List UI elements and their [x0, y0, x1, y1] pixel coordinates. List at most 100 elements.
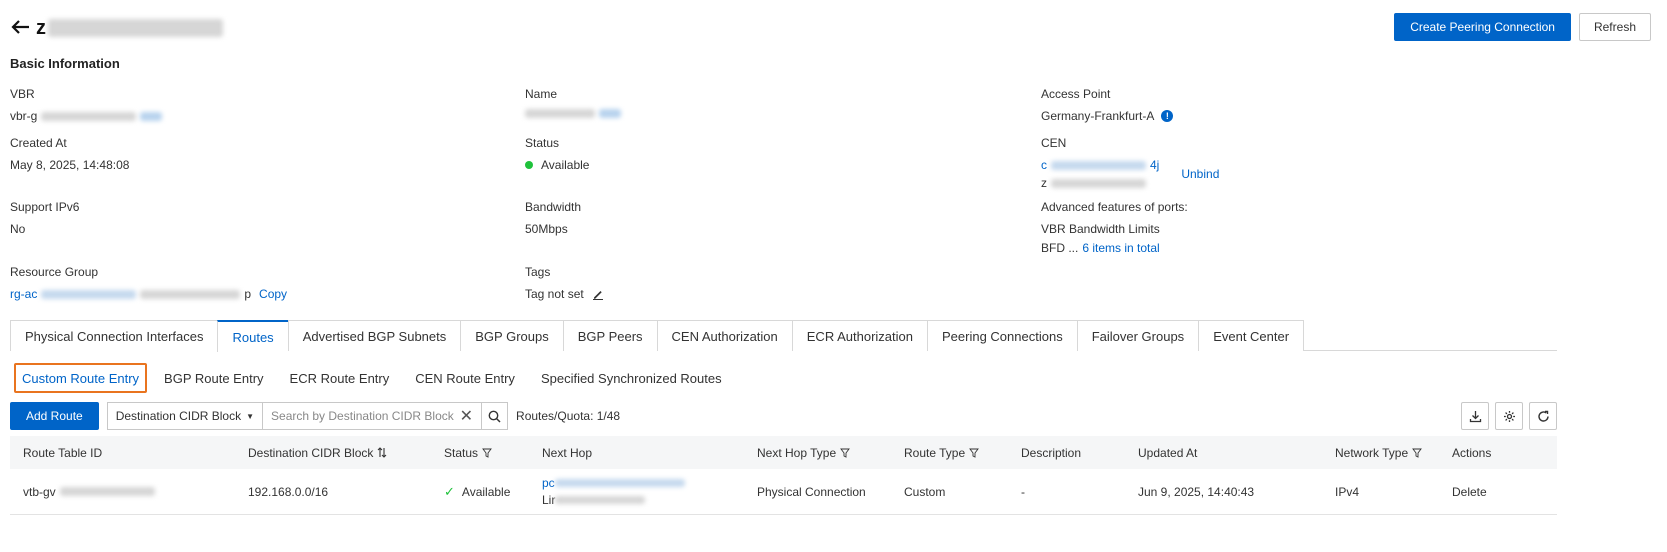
- tab-peering-connections[interactable]: Peering Connections: [927, 320, 1077, 351]
- cell-cidr: 192.168.0.0/16: [248, 484, 329, 499]
- redacted-route-table-id: [59, 487, 155, 496]
- add-route-button[interactable]: Add Route: [10, 402, 99, 430]
- col-route-table-id: Route Table ID: [23, 445, 103, 460]
- created-at-label: Created At: [10, 136, 67, 150]
- tab-cen-authorization[interactable]: CEN Authorization: [656, 320, 792, 351]
- settings-gear-icon[interactable]: [1495, 402, 1523, 430]
- basic-info-title: Basic Information: [10, 56, 120, 71]
- refresh-icon[interactable]: [1529, 402, 1557, 430]
- tab-advertised-bgp-subnets[interactable]: Advertised BGP Subnets: [287, 320, 461, 351]
- advanced-label: Advanced features of ports:: [1041, 200, 1188, 214]
- status-field: Status Available: [525, 136, 589, 172]
- page-header: z: [10, 10, 223, 46]
- filter-icon[interactable]: [1412, 448, 1423, 458]
- cen-label: CEN: [1041, 136, 1067, 150]
- next-hop-link[interactable]: pc: [542, 476, 555, 490]
- advanced-features-field: Advanced features of ports: VBR Bandwidt…: [1041, 200, 1188, 255]
- edit-tags-icon[interactable]: [592, 288, 604, 300]
- col-route-type: Route Type: [904, 446, 980, 460]
- cen-id-suffix[interactable]: 4j: [1150, 158, 1159, 172]
- cell-route-table-id: vtb-gv: [23, 485, 155, 499]
- filter-icon[interactable]: [840, 448, 851, 458]
- filter-icon[interactable]: [969, 448, 980, 458]
- access-point-label: Access Point: [1041, 87, 1111, 101]
- ipv6-value: No: [10, 222, 26, 236]
- redacted-title: [48, 19, 223, 37]
- col-next-hop: Next Hop: [542, 445, 593, 460]
- resource-group-link[interactable]: rg-ac: [10, 287, 37, 301]
- cell-route-type: Custom: [904, 484, 946, 499]
- redacted-vbr-id: [41, 111, 137, 121]
- advanced-more-link[interactable]: 6 items in total: [1082, 241, 1159, 255]
- cen-id-link[interactable]: c: [1041, 158, 1047, 172]
- bandwidth-label: Bandwidth: [525, 200, 582, 214]
- create-peering-connection-button[interactable]: Create Peering Connection: [1394, 13, 1571, 41]
- col-updated-at: Updated At: [1138, 445, 1198, 460]
- search-input[interactable]: [271, 409, 460, 423]
- next-hop-name-prefix: Lir: [542, 493, 556, 507]
- copy-resource-group-link[interactable]: Copy: [259, 287, 287, 301]
- tab-physical-connection-interfaces[interactable]: Physical Connection Interfaces: [10, 320, 218, 351]
- clear-icon[interactable]: ✕: [460, 406, 473, 426]
- subtab-specified-synchronized-routes[interactable]: Specified Synchronized Routes: [528, 363, 735, 393]
- filter-select[interactable]: Destination CIDR Block ▼: [106, 402, 263, 430]
- row-status-value: Available: [461, 484, 511, 499]
- cell-description: -: [1021, 484, 1025, 499]
- info-icon[interactable]: !: [1161, 110, 1174, 122]
- table-tools: [1461, 402, 1557, 430]
- tab-bgp-peers[interactable]: BGP Peers: [562, 320, 657, 351]
- cell-network-type: IPv4: [1335, 484, 1360, 499]
- cen-name-prefix: z: [1041, 176, 1047, 190]
- refresh-button[interactable]: Refresh: [1578, 13, 1651, 41]
- cen-field: CEN c 4j z Unbind: [1041, 136, 1219, 190]
- status-label: Status: [525, 136, 560, 150]
- ipv6-label: Support IPv6: [10, 200, 80, 214]
- bandwidth-value: 50Mbps: [525, 222, 568, 236]
- col-next-hop-type-label: Next Hop Type: [757, 445, 837, 460]
- col-network-type: Network Type: [1335, 446, 1423, 460]
- created-at-field: Created At May 8, 2025, 14:48:08: [10, 136, 129, 172]
- unbind-link[interactable]: Unbind: [1181, 167, 1219, 181]
- edit-name-redacted[interactable]: [599, 109, 621, 118]
- route-table-id-prefix: vtb-gv: [23, 484, 56, 499]
- col-destination-cidr[interactable]: Destination CIDR Block: [248, 446, 387, 460]
- tab-failover-groups[interactable]: Failover Groups: [1076, 320, 1199, 351]
- cell-updated-at: Jun 9, 2025, 14:40:43: [1138, 484, 1255, 499]
- redacted-rg-name: [140, 289, 241, 299]
- table-row: vtb-gv 192.168.0.0/16 ✓ Available pc Lir …: [10, 469, 1557, 515]
- filter-icon[interactable]: [482, 448, 492, 458]
- status-dot-icon: [525, 161, 533, 169]
- tab-bgp-groups[interactable]: BGP Groups: [460, 320, 563, 351]
- page-title: z: [36, 17, 223, 40]
- search-icon: [488, 410, 501, 423]
- search-button[interactable]: [482, 402, 509, 430]
- subtab-cen-route-entry[interactable]: CEN Route Entry: [402, 363, 528, 393]
- subtab-ecr-route-entry[interactable]: ECR Route Entry: [277, 363, 403, 393]
- created-at-value: May 8, 2025, 14:48:08: [10, 158, 130, 172]
- subtab-custom-route-entry[interactable]: Custom Route Entry: [14, 363, 148, 393]
- redacted-next-hop-name: [555, 496, 646, 504]
- routes-quota: Routes/Quota: 1/48: [516, 409, 621, 423]
- col-description: Description: [1021, 445, 1082, 460]
- resource-group-field: Resource Group rg-ac p Copy: [10, 265, 287, 301]
- col-next-hop-type: Next Hop Type: [757, 445, 851, 460]
- redacted-cen-id: [1051, 160, 1146, 170]
- back-arrow-icon[interactable]: [10, 15, 36, 41]
- redacted-cen-name: [1051, 178, 1146, 188]
- redacted-name: [525, 109, 595, 118]
- delete-link[interactable]: Delete: [1452, 485, 1487, 499]
- sort-icon[interactable]: [377, 447, 387, 458]
- tab-ecr-authorization[interactable]: ECR Authorization: [791, 320, 927, 351]
- col-actions: Actions: [1452, 445, 1492, 460]
- ipv6-field: Support IPv6 No: [10, 200, 79, 236]
- download-icon[interactable]: [1461, 402, 1489, 430]
- tab-event-center[interactable]: Event Center: [1198, 320, 1305, 351]
- copy-link-redacted[interactable]: [140, 111, 163, 121]
- subtab-bgp-route-entry[interactable]: BGP Route Entry: [151, 363, 276, 393]
- filter-select-value: Destination CIDR Block: [115, 409, 242, 423]
- vbr-field: VBR vbr-g: [10, 87, 163, 123]
- cell-next-hop: pc Lir: [542, 476, 685, 507]
- redacted-rg-id: [41, 289, 137, 299]
- routes-table: Route Table ID Destination CIDR Block St…: [10, 436, 1557, 515]
- tab-routes[interactable]: Routes: [217, 320, 288, 352]
